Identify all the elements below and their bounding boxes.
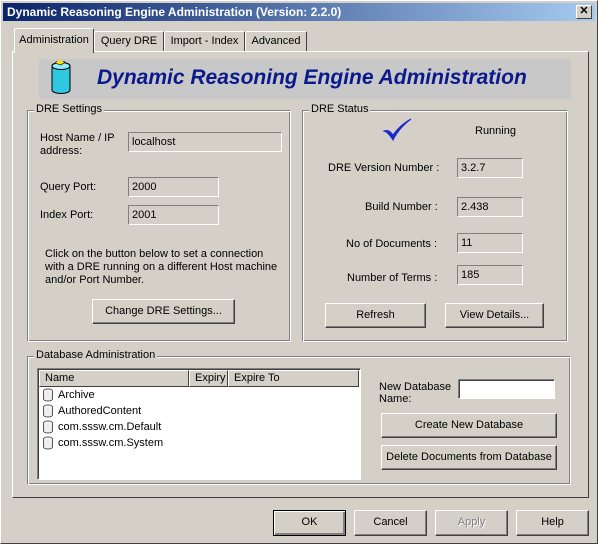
database-name: com.sssw.cm.System — [58, 437, 164, 449]
checkmark-icon — [382, 118, 412, 147]
database-icon — [42, 388, 54, 405]
column-header-name[interactable]: Name — [39, 370, 189, 387]
tab-administration[interactable]: Administration — [14, 28, 94, 53]
change-dre-settings-button[interactable]: Change DRE Settings... — [92, 299, 235, 324]
create-database-button[interactable]: Create New Database — [381, 413, 557, 438]
documents-label: No of Documents : — [346, 238, 438, 250]
host-label: Host Name / IP address: — [40, 132, 115, 157]
version-field[interactable]: 3.2.7 — [457, 158, 523, 178]
query-port-label: Query Port: — [40, 181, 97, 193]
index-port-field[interactable]: 2001 — [128, 205, 219, 225]
database-name: com.sssw.cm.Default — [58, 421, 162, 433]
tab-import-index[interactable]: Import - Index — [164, 31, 245, 52]
ok-button[interactable]: OK — [273, 510, 346, 536]
apply-button[interactable]: Apply — [435, 510, 508, 536]
database-name: AuthoredContent — [58, 405, 142, 417]
delete-documents-button[interactable]: Delete Documents from Database — [381, 445, 557, 470]
title-bar: Dynamic Reasoning Engine Administration … — [3, 3, 595, 21]
new-database-input[interactable] — [458, 379, 555, 399]
host-field[interactable]: localhost — [128, 132, 282, 152]
database-icon — [42, 420, 54, 437]
close-button[interactable]: ✕ — [576, 5, 592, 19]
column-header-expire-to[interactable]: Expire To — [228, 370, 359, 387]
build-field[interactable]: 2.438 — [457, 197, 523, 217]
build-label: Build Number : — [365, 201, 438, 213]
version-label: DRE Version Number : — [328, 162, 440, 174]
tab-query-dre[interactable]: Query DRE — [94, 31, 164, 52]
new-database-field[interactable] — [459, 380, 554, 398]
cancel-button[interactable]: Cancel — [354, 510, 427, 536]
dre-status-label: DRE Status — [309, 103, 371, 115]
terms-label: Number of Terms : — [347, 272, 438, 284]
banner: Dynamic Reasoning Engine Administration — [39, 58, 571, 99]
database-icon — [42, 436, 54, 453]
view-details-button[interactable]: View Details... — [445, 303, 544, 328]
new-database-label: New Database Name: — [379, 381, 452, 405]
dialog-window: Dynamic Reasoning Engine Administration … — [0, 0, 598, 544]
terms-field[interactable]: 185 — [457, 265, 523, 285]
help-button[interactable]: Help — [516, 510, 589, 536]
connection-info-text: Click on the button below to set a conne… — [45, 248, 278, 286]
database-admin-label: Database Administration — [34, 349, 158, 361]
refresh-button[interactable]: Refresh — [325, 303, 426, 328]
banner-heading: Dynamic Reasoning Engine Administration — [97, 66, 527, 89]
index-port-label: Index Port: — [40, 209, 94, 221]
database-icon — [49, 58, 73, 98]
tab-advanced[interactable]: Advanced — [245, 31, 307, 52]
database-icon — [42, 404, 54, 421]
database-list[interactable]: Name Expiry Expire To Archive AuthoredCo… — [37, 368, 361, 480]
query-port-field[interactable]: 2000 — [128, 177, 219, 197]
column-header-expiry[interactable]: Expiry — [189, 370, 228, 387]
window-title: Dynamic Reasoning Engine Administration … — [7, 5, 342, 19]
apply-button-label: Apply — [457, 516, 486, 528]
status-text: Running — [475, 125, 516, 137]
documents-field[interactable]: 11 — [457, 233, 523, 253]
database-name: Archive — [58, 389, 95, 401]
dre-settings-label: DRE Settings — [34, 103, 105, 115]
